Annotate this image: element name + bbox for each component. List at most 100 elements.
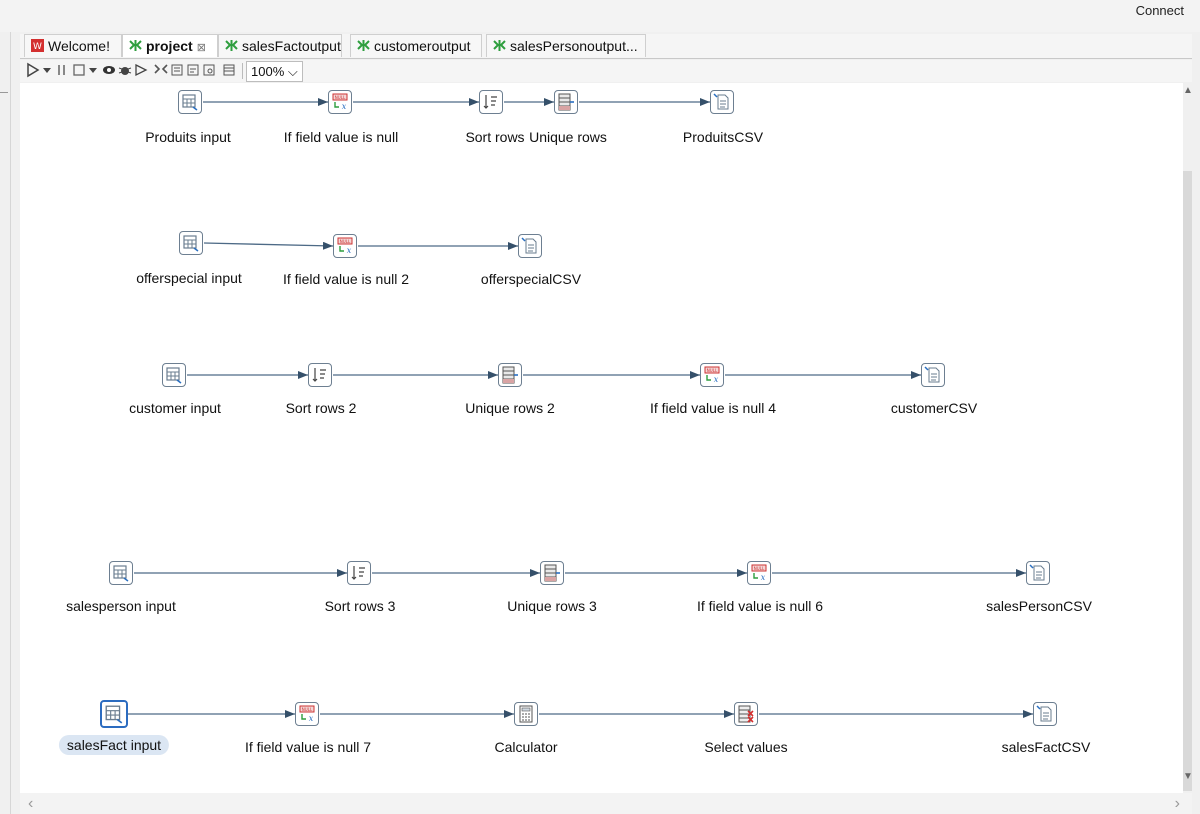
hop-links — [128, 98, 1033, 718]
tab-project-label: project — [146, 38, 193, 54]
table-input-step-customer[interactable] — [162, 363, 186, 387]
sql-icon[interactable] — [186, 62, 200, 80]
null-if-icon: NULL x — [704, 366, 720, 384]
tab-welcome[interactable]: W Welcome! — [24, 34, 122, 57]
table-input-step-produits[interactable] — [178, 90, 202, 114]
top-bar: Connect — [0, 0, 1200, 32]
pause-icon[interactable] — [56, 62, 68, 80]
step-label-sort-rows-2: Sort rows 2 — [285, 400, 357, 416]
unique-rows-icon — [502, 366, 518, 384]
explore-db-icon[interactable] — [202, 62, 216, 80]
impact-icon[interactable] — [170, 62, 184, 80]
step-label-unique-rows-3: Unique rows 3 — [507, 598, 597, 614]
welcome-icon: W — [31, 36, 44, 59]
stop-dropdown-icon[interactable] — [88, 62, 98, 80]
chevron-down-icon: ⌵ — [287, 64, 298, 79]
tab-customeroutput[interactable]: customeroutput — [350, 34, 482, 57]
preview-icon[interactable] — [102, 62, 116, 80]
verify-icon[interactable] — [154, 62, 168, 80]
ifnull-step-4[interactable]: NULL x — [700, 363, 724, 387]
unique-rows-step-3[interactable] — [540, 561, 564, 585]
table-input-step-salesfact[interactable] — [100, 700, 128, 728]
unique-rows-icon — [544, 564, 560, 582]
stop-icon[interactable] — [72, 62, 86, 80]
step-label-offerspecial-csv: offerspecialCSV — [480, 271, 582, 287]
svg-text:x: x — [309, 714, 314, 723]
sort-rows-step-1[interactable] — [479, 90, 503, 114]
table-input-step-salesperson[interactable] — [109, 561, 133, 585]
horizontal-scrollbar[interactable]: ‹ › — [20, 793, 1192, 814]
step-label-calculator: Calculator — [494, 739, 558, 755]
tab-project[interactable]: project ⊠ — [122, 34, 218, 57]
table-input-step-offerspecial[interactable] — [179, 231, 203, 255]
text-output-step-customer[interactable] — [921, 363, 945, 387]
sort-rows-step-3[interactable] — [347, 561, 371, 585]
connect-button[interactable]: Connect — [1136, 3, 1184, 18]
tab-bar: W Welcome! project ⊠ salesFactoutput cust… — [20, 34, 1192, 59]
svg-text:NULL: NULL — [707, 368, 718, 373]
unique-rows-step-1[interactable] — [554, 90, 578, 114]
text-output-step-salesfact[interactable] — [1033, 702, 1057, 726]
toolbar-separator — [242, 63, 243, 79]
sort-rows-icon — [312, 368, 326, 382]
select-values-step[interactable] — [734, 702, 758, 726]
scroll-left-icon[interactable]: ‹ — [28, 795, 33, 813]
step-label-sort-rows: Sort rows — [465, 129, 525, 145]
close-icon[interactable]: ⊠ — [197, 42, 206, 54]
sort-rows-icon — [351, 566, 365, 580]
tab-salesfactoutput[interactable]: salesFactoutput — [218, 34, 342, 57]
text-output-step-salesperson[interactable] — [1026, 561, 1050, 585]
unique-rows-icon — [558, 93, 574, 111]
table-input-icon — [183, 235, 199, 252]
vertical-scrollbar[interactable]: ▲ ▼ — [1183, 83, 1193, 793]
ifnull-step-2[interactable]: NULL x — [333, 234, 357, 258]
scroll-down-icon[interactable]: ▼ — [1183, 771, 1193, 782]
text-output-step-offerspecial[interactable] — [518, 234, 542, 258]
transformation-icon — [357, 36, 370, 59]
debug-icon[interactable] — [118, 62, 132, 80]
text-file-output-icon — [924, 366, 940, 383]
step-label-select-values: Select values — [704, 739, 788, 755]
text-file-output-icon — [1029, 564, 1045, 581]
svg-text:W: W — [33, 42, 42, 52]
scroll-up-icon[interactable]: ▲ — [1183, 85, 1193, 96]
step-label-sort-rows-3: Sort rows 3 — [324, 598, 396, 614]
vertical-scroll-thumb[interactable] — [1183, 171, 1192, 791]
text-output-step-produits[interactable] — [710, 90, 734, 114]
run-icon[interactable] — [26, 62, 40, 80]
run-dropdown-icon[interactable] — [42, 62, 52, 80]
svg-text:x: x — [347, 246, 352, 255]
zoom-select[interactable]: 100% ⌵ — [246, 61, 303, 82]
sort-rows-step-2[interactable] — [308, 363, 332, 387]
zoom-value: 100% — [251, 64, 285, 79]
calculator-step[interactable] — [514, 702, 538, 726]
ifnull-step-6[interactable]: NULL x — [747, 561, 771, 585]
left-gutter — [0, 32, 11, 814]
unique-rows-step-2[interactable] — [498, 363, 522, 387]
step-label-ifnull-2: If field value is null 2 — [282, 271, 410, 287]
null-if-icon: NULL x — [751, 564, 767, 582]
step-label-unique-rows-2: Unique rows 2 — [465, 400, 555, 416]
svg-text:x: x — [342, 102, 347, 111]
hop-link[interactable] — [203, 241, 334, 250]
transformation-icon — [493, 36, 506, 59]
tab-salesfactoutput-label: salesFactoutput — [242, 38, 341, 54]
table-input-icon — [113, 565, 129, 582]
svg-text:NULL: NULL — [340, 239, 351, 244]
ifnull-step-7[interactable]: NULL x — [295, 702, 319, 726]
replay-icon[interactable] — [134, 62, 148, 80]
show-results-icon[interactable] — [222, 62, 236, 80]
step-label-produits-csv: ProduitsCSV — [682, 129, 764, 145]
step-label-salesfact-csv: salesFactCSV — [1001, 739, 1091, 755]
ifnull-step-1[interactable]: NULL x — [328, 90, 352, 114]
step-label-produits-input: Produits input — [145, 129, 231, 145]
transformation-icon — [225, 36, 238, 59]
table-input-icon — [105, 705, 123, 724]
transformation-canvas[interactable]: NULL x NULL x NULL x NULL x NULL x Produ… — [20, 83, 1192, 793]
tab-salespersonoutput[interactable]: salesPersonoutput... — [486, 34, 646, 57]
step-label-ifnull-4: If field value is null 4 — [649, 400, 777, 416]
text-file-output-icon — [713, 93, 729, 110]
scroll-right-icon[interactable]: › — [1175, 795, 1180, 813]
step-label-salesperson-csv: salesPersonCSV — [986, 598, 1092, 614]
step-label-ifnull-6: If field value is null 6 — [696, 598, 824, 614]
